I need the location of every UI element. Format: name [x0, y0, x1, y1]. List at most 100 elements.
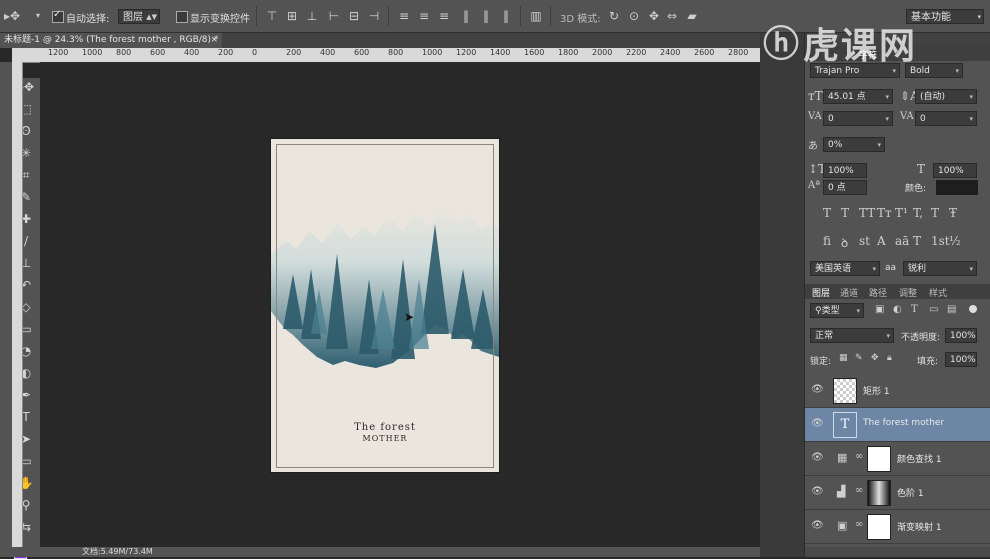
opacity-label: 不透明度:	[901, 333, 941, 343]
filter-adjustment-icon[interactable]: ◐	[893, 304, 902, 315]
layer-row[interactable]: 👁︎ ▣ ∞ 渐变映射 1	[805, 510, 990, 544]
tab-adjustments[interactable]: 调整	[899, 286, 917, 299]
filter-toggle-icon[interactable]	[969, 305, 977, 313]
ruler-tick-label: 1800	[558, 48, 579, 57]
visibility-eye-icon[interactable]: 👁︎	[811, 452, 824, 464]
chevron-down-icon[interactable]: ▾	[30, 8, 46, 24]
baseline-shift-icon: Aª	[808, 180, 820, 191]
align-hcenter-icon[interactable]: ⊟	[346, 8, 362, 24]
opentype-button[interactable]: T	[913, 234, 921, 248]
adjustment-layer-icon: ▟	[837, 485, 846, 498]
lock-pixels-icon[interactable]: ✎	[855, 353, 863, 363]
document-tab[interactable]: 未标题-1 @ 24.3% (The forest mother , RGB/8…	[0, 33, 222, 48]
filter-type-icon[interactable]: T	[911, 304, 918, 315]
layers-panel-tabs: 图层 通道 路径 调整 样式	[805, 284, 990, 299]
layer-row[interactable]: 👁︎ ▟ ∞ 色阶 1	[805, 476, 990, 510]
distribute-hcenter-icon[interactable]: ‖	[478, 8, 494, 24]
distribute-left-icon[interactable]: ‖	[458, 8, 474, 24]
watermark-logo: ⓗ 虎课网	[759, 13, 989, 67]
tab-styles[interactable]: 样式	[929, 286, 947, 299]
opentype-button[interactable]: st	[859, 234, 870, 248]
tracking-field[interactable]: 0 ▾	[915, 111, 977, 126]
opentype-button[interactable]: fi	[823, 234, 831, 248]
poster-border	[276, 144, 494, 468]
ruler-tick-label: 800	[116, 48, 132, 57]
type-style-button[interactable]: TT	[859, 206, 875, 220]
type-style-button[interactable]: T	[841, 206, 849, 220]
layer-filter-select[interactable]: ⚲类型 ▾	[810, 303, 864, 318]
type-style-button[interactable]: T¹	[895, 206, 908, 220]
kerning-field[interactable]: 0 ▾	[823, 111, 893, 126]
align-left-icon[interactable]: ⊢	[326, 8, 342, 24]
antialias-select[interactable]: 锐利 ▾	[903, 261, 977, 276]
color-label: 颜色:	[905, 184, 927, 194]
poster-title-line1: The forest	[354, 422, 416, 433]
filter-shape-icon[interactable]: ▭	[929, 304, 938, 315]
auto-select-dropdown[interactable]: 图层 ▲▼	[118, 9, 160, 24]
align-vcenter-icon[interactable]: ⊞	[284, 8, 300, 24]
visibility-eye-icon[interactable]: 👁︎	[811, 486, 824, 498]
3d-pan-icon[interactable]: ✥	[646, 8, 662, 24]
opentype-button[interactable]: ½	[949, 234, 961, 248]
3d-scale-icon[interactable]: ▰	[684, 8, 700, 24]
opentype-button[interactable]: ꝺ	[841, 234, 848, 251]
tab-paths[interactable]: 路径	[869, 286, 887, 299]
3d-roll-icon[interactable]: ⊙	[626, 8, 642, 24]
opentype-button[interactable]: 1st	[931, 234, 950, 248]
tsume-field[interactable]: 0% ▾	[823, 137, 885, 152]
layer-row[interactable]: 👁︎ T The forest mother	[805, 408, 990, 442]
type-style-button[interactable]: T	[823, 206, 831, 220]
document-tab-title: 未标题-1 @ 24.3% (The forest mother , RGB/8…	[4, 35, 219, 45]
type-style-button[interactable]: T	[931, 206, 939, 220]
opentype-button[interactable]: aā	[895, 234, 909, 248]
filter-pixel-icon[interactable]: ▣	[875, 304, 884, 315]
fill-field[interactable]: 100%	[945, 352, 977, 367]
horizontal-scale-field[interactable]: 100%	[933, 163, 977, 178]
baseline-shift-field[interactable]: 0 点	[823, 180, 867, 195]
filter-smart-icon[interactable]: ▤	[947, 304, 956, 315]
lock-all-icon[interactable]: 🔒︎	[887, 353, 892, 363]
layer-row[interactable]: 👁︎ 矩形 1	[805, 374, 990, 408]
opacity-field[interactable]: 100%	[945, 328, 977, 343]
align-right-icon[interactable]: ⊣	[366, 8, 382, 24]
3d-rotate-icon[interactable]: ↻	[606, 8, 622, 24]
layer-row[interactable]: 👁︎ ▦ ∞ 颜色查找 1	[805, 442, 990, 476]
tab-layers[interactable]: 图层	[812, 286, 830, 299]
chain-link-icon[interactable]: ∞	[855, 519, 863, 530]
show-transform-checkbox[interactable]	[176, 11, 188, 23]
blend-mode-select[interactable]: 正常 ▾	[810, 328, 894, 343]
distribute-bottom-icon[interactable]: ≡	[436, 8, 452, 24]
align-bottom-icon[interactable]: ⊥	[304, 8, 320, 24]
move-tool-icon[interactable]: ▸✥	[4, 8, 20, 24]
visibility-eye-icon[interactable]: 👁︎	[811, 384, 824, 396]
type-style-button[interactable]: Ŧ	[949, 206, 957, 220]
distribute-right-icon[interactable]: ‖	[498, 8, 514, 24]
vertical-ruler	[12, 62, 23, 547]
visibility-eye-icon[interactable]: 👁︎	[811, 418, 824, 430]
chain-link-icon[interactable]: ∞	[855, 451, 863, 462]
ruler-tick-label: 200	[218, 48, 234, 57]
leading-field[interactable]: (自动) ▾	[915, 89, 977, 104]
auto-align-icon[interactable]: ▥	[528, 8, 544, 24]
language-select[interactable]: 美国英语 ▾	[810, 261, 880, 276]
font-size-field[interactable]: 45.01 点 ▾	[823, 89, 893, 104]
align-top-icon[interactable]: ⊤	[264, 8, 280, 24]
text-color-swatch[interactable]	[935, 179, 979, 196]
type-style-button[interactable]: T,	[913, 206, 923, 220]
close-icon[interactable]: ×	[210, 33, 218, 48]
chain-link-icon[interactable]: ∞	[855, 485, 863, 496]
type-style-button[interactable]: Tт	[877, 206, 892, 220]
lock-transparency-icon[interactable]: ▦	[839, 353, 848, 363]
toolbar-collapse-strip	[0, 62, 12, 547]
distribute-top-icon[interactable]: ≡	[396, 8, 412, 24]
ruler-tick-label: 1000	[422, 48, 443, 57]
opentype-button[interactable]: A	[877, 234, 886, 248]
visibility-eye-icon[interactable]: 👁︎	[811, 520, 824, 532]
lock-position-icon[interactable]: ✥	[871, 353, 879, 363]
tab-channels[interactable]: 通道	[840, 286, 858, 299]
3d-slide-icon[interactable]: ⇔	[664, 8, 680, 24]
vertical-scale-field[interactable]: 100%	[823, 163, 867, 178]
font-size-icon: ᴛT	[808, 89, 823, 103]
auto-select-checkbox[interactable]	[52, 9, 64, 23]
distribute-vcenter-icon[interactable]: ≡	[416, 8, 432, 24]
